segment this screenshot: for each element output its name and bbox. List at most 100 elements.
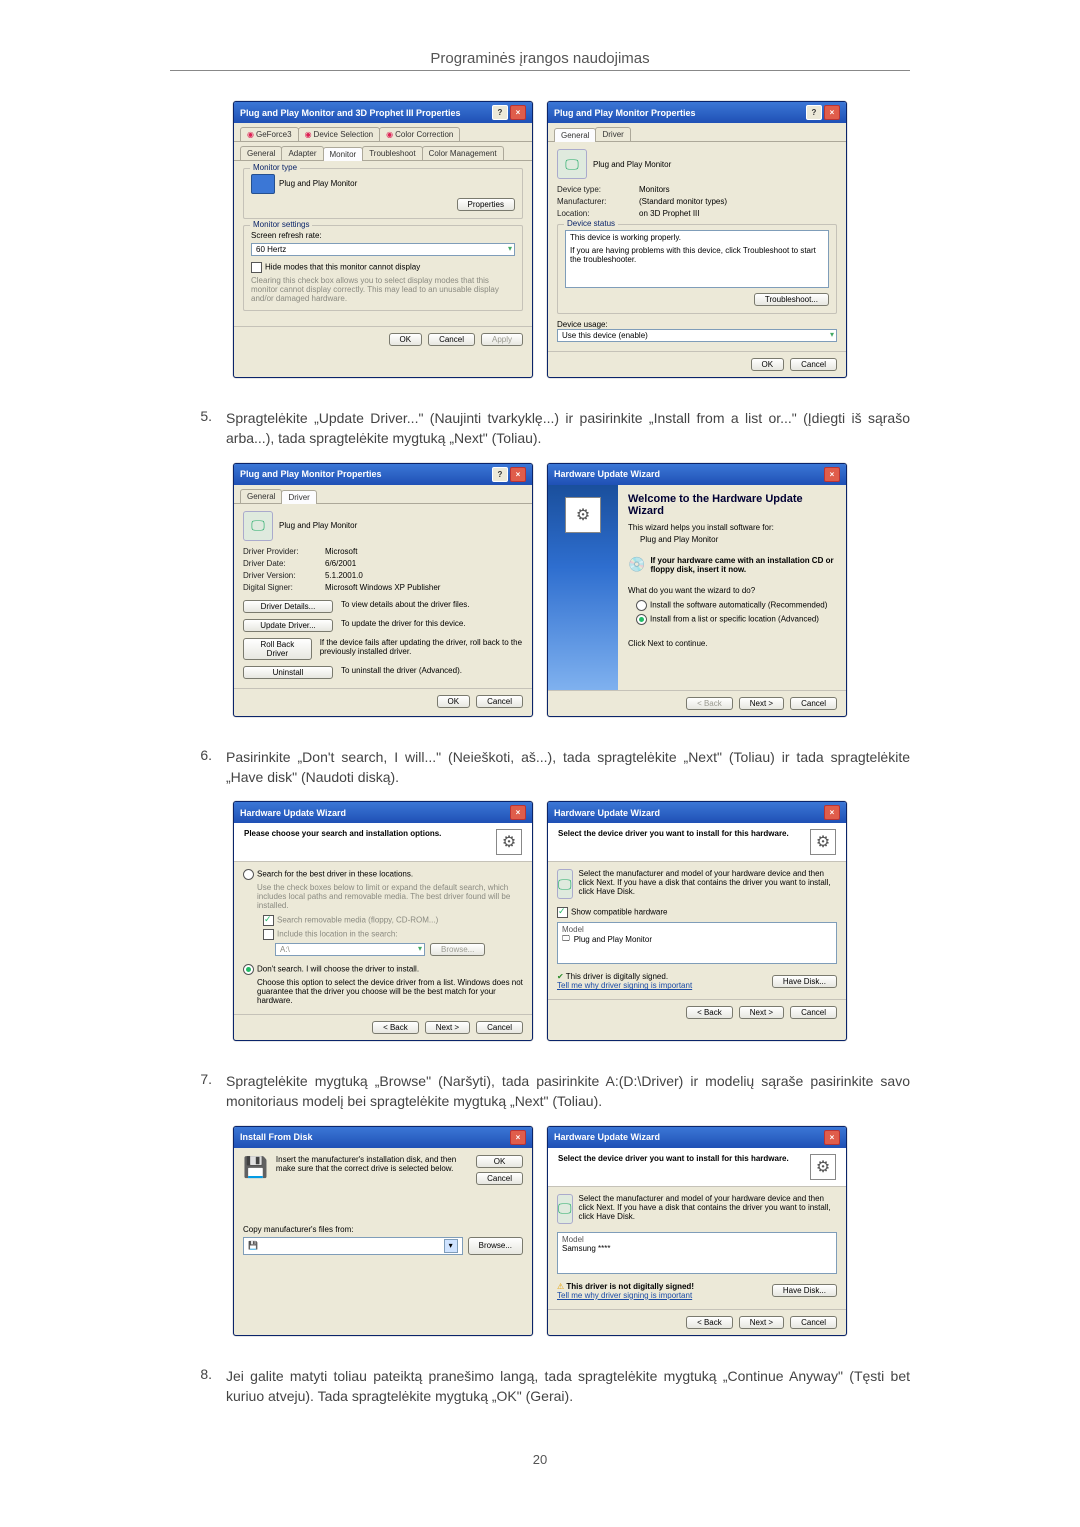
radio-list-label: Install from a list or specific location… [650, 614, 819, 623]
check-include-location-label: Include this location in the search: [277, 930, 398, 939]
not-signed-text: This driver is not digitally signed! [566, 1282, 694, 1291]
ok-button[interactable]: OK [476, 1155, 523, 1168]
tab-general[interactable]: General [240, 146, 282, 160]
dialog-title: Hardware Update Wizard [554, 808, 660, 818]
radio-list[interactable] [636, 614, 647, 625]
group-device-status: Device status [564, 219, 618, 228]
hardware-update-wizard-welcome: Hardware Update Wizard × ⚙ Welcome to th… [547, 463, 847, 717]
browse-button-disabled: Browse... [430, 943, 485, 956]
tab-color-management[interactable]: Color Management [422, 146, 504, 160]
wizard-device: Plug and Play Monitor [640, 535, 836, 544]
ok-button[interactable]: OK [437, 695, 471, 708]
cancel-button[interactable]: Cancel [476, 1172, 523, 1185]
tab-device-selection[interactable]: ◉Device Selection [298, 127, 381, 141]
cancel-button[interactable]: Cancel [790, 697, 837, 710]
dialog-title: Plug and Play Monitor and 3D Prophet III… [240, 108, 461, 118]
cancel-button[interactable]: Cancel [476, 1021, 523, 1034]
have-disk-button[interactable]: Have Disk... [772, 1284, 837, 1297]
tab-color-correction[interactable]: ◉Color Correction [379, 127, 460, 141]
next-button[interactable]: Next > [739, 1316, 784, 1329]
hide-modes-checkbox[interactable] [251, 262, 262, 273]
monitor-icon [251, 174, 275, 194]
radio-auto[interactable] [636, 600, 647, 611]
uninstall-desc: To uninstall the driver (Advanced). [341, 666, 462, 679]
step-number-6: 6. [170, 747, 226, 788]
model-value: Samsung **** [562, 1244, 832, 1253]
close-icon[interactable]: × [824, 805, 840, 820]
tab-monitor[interactable]: Monitor [323, 147, 364, 161]
cd-hint: If your hardware came with an installati… [650, 556, 836, 574]
tab-adapter[interactable]: Adapter [281, 146, 323, 160]
value-signer: Microsoft Windows XP Publisher [325, 583, 440, 592]
signed-icon: ✔ [557, 972, 564, 981]
copy-from-label: Copy manufacturer's files from: [243, 1225, 523, 1234]
update-driver-button[interactable]: Update Driver... [243, 619, 333, 632]
back-button[interactable]: < Back [686, 1316, 733, 1329]
refresh-rate-label: Screen refresh rate: [251, 231, 515, 240]
tab-driver[interactable]: Driver [595, 127, 630, 141]
copy-from-path-input[interactable]: 💾 ▾ [243, 1237, 463, 1255]
page-number: 20 [170, 1452, 910, 1467]
radio-search[interactable] [243, 869, 254, 880]
have-disk-button[interactable]: Have Disk... [772, 975, 837, 988]
signing-info-link[interactable]: Tell me why driver signing is important [557, 981, 692, 990]
help-icon[interactable]: ? [492, 105, 508, 120]
troubleshoot-button[interactable]: Troubleshoot... [754, 293, 829, 306]
next-button[interactable]: Next > [739, 1006, 784, 1019]
cancel-button[interactable]: Cancel [428, 333, 475, 346]
back-button: < Back [686, 697, 733, 710]
help-icon[interactable]: ? [806, 105, 822, 120]
wizard-icon: ⚙ [496, 829, 522, 855]
cancel-button[interactable]: Cancel [790, 358, 837, 371]
close-icon[interactable]: × [510, 467, 526, 482]
next-button[interactable]: Next > [739, 697, 784, 710]
apply-button: Apply [481, 333, 523, 346]
dialog-title: Plug and Play Monitor Properties [554, 108, 696, 118]
cancel-button[interactable]: Cancel [476, 695, 523, 708]
close-icon[interactable]: × [510, 805, 526, 820]
hardware-update-wizard-model-select: Hardware Update Wizard × Select the devi… [547, 1126, 847, 1336]
rollback-driver-button[interactable]: Roll Back Driver [243, 638, 312, 660]
wizard-heading: Please choose your search and installati… [244, 829, 441, 855]
monitor-icon: 🖵 [557, 1194, 573, 1224]
label-date: Driver Date: [243, 559, 315, 568]
ok-button[interactable]: OK [389, 333, 423, 346]
close-icon[interactable]: × [510, 1130, 526, 1145]
value-device-type: Monitors [639, 185, 670, 194]
screenshot-row-2: Plug and Play Monitor Properties ? × Gen… [170, 463, 910, 717]
device-usage-select[interactable]: Use this device (enable) [557, 329, 837, 342]
tab-general[interactable]: General [554, 128, 596, 142]
back-button[interactable]: < Back [372, 1021, 419, 1034]
tab-driver[interactable]: Driver [281, 490, 316, 504]
install-from-disk-dialog: Install From Disk × 💾 Insert the manufac… [233, 1126, 533, 1336]
cancel-button[interactable]: Cancel [790, 1316, 837, 1329]
step-number-8: 8. [170, 1366, 226, 1407]
tab-geforce[interactable]: ◉GeForce3 [240, 127, 299, 141]
model-column-header: Model [562, 1235, 832, 1244]
close-icon[interactable]: × [824, 105, 840, 120]
tab-general[interactable]: General [240, 489, 282, 503]
signing-info-link[interactable]: Tell me why driver signing is important [557, 1291, 692, 1300]
hide-modes-label: Hide modes that this monitor cannot disp… [265, 263, 420, 272]
tab-troubleshoot[interactable]: Troubleshoot [362, 146, 422, 160]
ok-button[interactable]: OK [751, 358, 785, 371]
show-compatible-checkbox[interactable] [557, 907, 568, 918]
close-icon[interactable]: × [824, 1130, 840, 1145]
help-icon[interactable]: ? [492, 467, 508, 482]
cancel-button[interactable]: Cancel [790, 1006, 837, 1019]
dropdown-arrow-icon[interactable]: ▾ [444, 1239, 458, 1253]
screenshot-row-4: Install From Disk × 💾 Insert the manufac… [170, 1126, 910, 1336]
next-button[interactable]: Next > [425, 1021, 470, 1034]
dialog-title: Plug and Play Monitor Properties [240, 469, 382, 479]
browse-button[interactable]: Browse... [468, 1237, 523, 1255]
uninstall-button[interactable]: Uninstall [243, 666, 333, 679]
close-icon[interactable]: × [824, 467, 840, 482]
properties-button[interactable]: Properties [457, 198, 515, 211]
refresh-rate-select[interactable]: 60 Hertz [251, 243, 515, 256]
group-monitor-settings: Monitor settings [250, 220, 312, 229]
driver-details-button[interactable]: Driver Details... [243, 600, 333, 613]
close-icon[interactable]: × [510, 105, 526, 120]
back-button[interactable]: < Back [686, 1006, 733, 1019]
what-do-label: What do you want the wizard to do? [628, 586, 836, 595]
radio-dont-search[interactable] [243, 964, 254, 975]
